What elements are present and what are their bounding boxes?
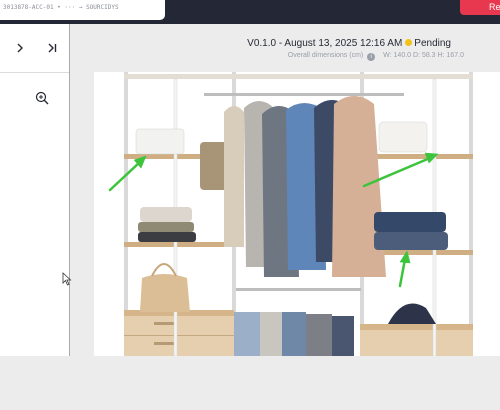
- version-header: V0.1.0 - August 13, 2025 12:16 AM Pending…: [70, 24, 500, 72]
- status-dot-icon: [405, 39, 413, 46]
- bottom-area: [0, 356, 500, 410]
- product-id-field[interactable]: 3013878-ACC-01 • ··· → SOURCIDYS: [0, 0, 165, 20]
- dimensions-label: Overall dimensions (cm): [287, 52, 364, 59]
- vertical-divider: [69, 24, 70, 410]
- depth-value: D: 58.3: [413, 52, 436, 59]
- chevron-right-icon[interactable]: [14, 41, 26, 55]
- product-image-viewer[interactable]: [94, 72, 500, 356]
- height-value: H: 167.0: [437, 52, 464, 59]
- mouse-cursor-icon: [62, 272, 72, 286]
- skip-end-icon[interactable]: [46, 41, 58, 55]
- dimensions-info: Overall dimensions (cm) i W: 140.0 D: 58…: [70, 52, 464, 61]
- primary-action-button[interactable]: Re: [460, 0, 500, 15]
- version-info: V0.1.0 - August 13, 2025 12:16 AM Pending: [70, 38, 451, 49]
- left-panel: [0, 24, 69, 356]
- width-value: W: 140.0: [383, 52, 412, 59]
- status-label: Pending: [414, 38, 451, 49]
- zoom-in-icon[interactable]: [35, 91, 49, 105]
- panel-divider: [0, 72, 69, 73]
- info-icon[interactable]: i: [367, 53, 376, 61]
- version-label: V0.1.0 - August 13, 2025 12:16 AM: [247, 38, 403, 49]
- wardrobe-rack-image: [108, 72, 473, 356]
